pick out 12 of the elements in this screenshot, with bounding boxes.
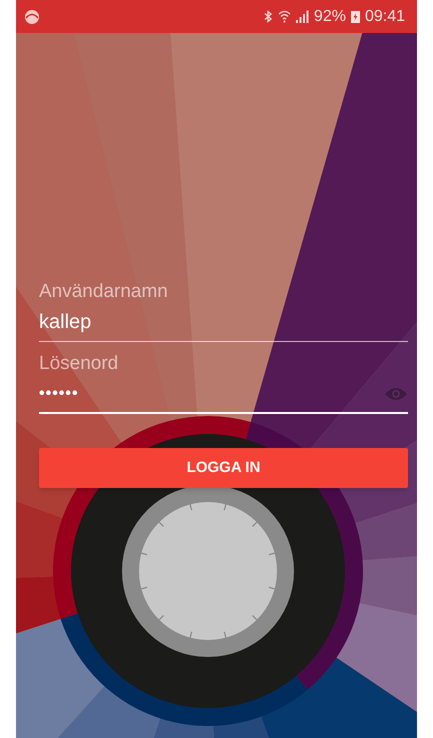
clock-time: 09:41 — [364, 6, 405, 26]
username-field[interactable]: kallep — [39, 304, 408, 342]
login-button[interactable]: LOGGA IN — [39, 448, 408, 488]
app-icon — [24, 8, 40, 24]
bluetooth-icon — [264, 10, 273, 23]
field-label: Användarnamn — [39, 280, 169, 304]
field-label: Lösenord — [39, 352, 120, 376]
eye-icon[interactable] — [384, 386, 408, 402]
battery-percent: 92% — [314, 6, 346, 26]
wifi-icon — [278, 10, 291, 23]
battery-charging-icon — [350, 10, 360, 23]
signal-icon — [296, 10, 309, 23]
